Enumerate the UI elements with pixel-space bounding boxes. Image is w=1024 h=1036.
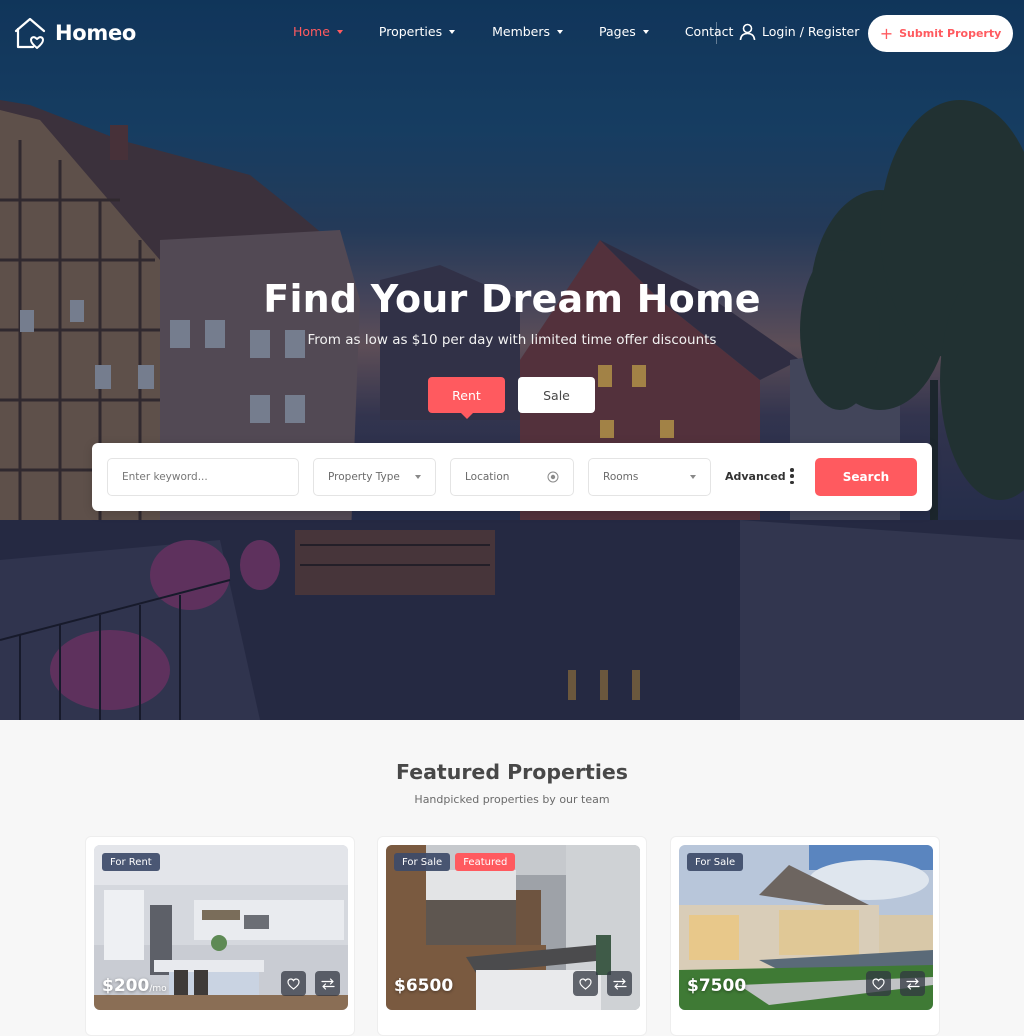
search-button[interactable]: Search: [815, 458, 917, 496]
property-search-bar: Enter keyword... Property Type Location …: [92, 443, 932, 511]
compare-button[interactable]: [900, 971, 925, 996]
tab-sale[interactable]: Sale: [518, 377, 595, 413]
listing-type-tabs: Rent Sale: [428, 377, 595, 419]
nav-item-label: Home: [293, 24, 330, 39]
property-card[interactable]: For Sale $7500: [670, 836, 940, 1036]
property-card[interactable]: For Sale Featured $6500: [377, 836, 647, 1036]
chevron-down-icon: [415, 475, 421, 479]
user-icon: [739, 23, 756, 40]
property-image[interactable]: For Sale Featured $6500: [386, 845, 640, 1010]
heart-icon: [287, 977, 300, 990]
brand-name: Homeo: [55, 21, 137, 45]
property-type-value: Property Type: [328, 471, 400, 483]
login-register-link[interactable]: Login / Register: [739, 23, 859, 40]
status-badge: For Sale: [394, 853, 451, 871]
property-image[interactable]: For Sale $7500: [679, 845, 933, 1010]
advanced-search-toggle[interactable]: Advanced: [725, 470, 786, 483]
nav-item-label: Members: [492, 24, 551, 39]
nav-item-label: Pages: [599, 24, 636, 39]
hero-title: Find Your Dream Home: [263, 277, 761, 321]
nav-item-label: Properties: [378, 24, 443, 39]
kebab-icon[interactable]: [789, 468, 795, 484]
hero-section: Homeo Home Properties Members Pages Cont…: [0, 0, 1024, 720]
property-price: $7500: [687, 976, 746, 996]
compare-button[interactable]: [315, 971, 340, 996]
keyword-input[interactable]: Enter keyword...: [107, 458, 299, 496]
price-value: $7500: [687, 976, 747, 996]
heart-icon: [579, 977, 592, 990]
house-heart-icon: [14, 17, 46, 49]
hero-subtitle: From as low as $10 per day with limited …: [307, 332, 717, 348]
submit-property-label: Submit Property: [899, 27, 1002, 40]
chevron-down-icon: [449, 29, 456, 34]
compare-arrows-icon: [320, 977, 335, 990]
price-suffix: /mo: [149, 984, 167, 994]
card-badges: For Sale: [687, 853, 744, 871]
compare-arrows-icon: [612, 977, 627, 990]
keyword-placeholder: Enter keyword...: [122, 471, 208, 483]
price-value: $6500: [394, 976, 454, 996]
card-badges: For Rent: [102, 853, 160, 871]
rooms-select[interactable]: Rooms: [588, 458, 711, 496]
property-price: $200/mo: [102, 976, 167, 996]
featured-section-subtitle: Handpicked properties by our team: [414, 793, 610, 806]
login-register-label: Login / Register: [762, 24, 860, 39]
nav-divider: [716, 22, 717, 44]
chevron-down-icon: [642, 29, 649, 34]
nav-item-home[interactable]: Home: [293, 24, 343, 39]
heart-icon: [872, 977, 885, 990]
nav-item-members[interactable]: Members: [492, 24, 564, 39]
compare-arrows-icon: [905, 977, 920, 990]
card-badges: For Sale Featured: [394, 853, 516, 871]
nav-item-pages[interactable]: Pages: [599, 24, 649, 39]
nav-item-contact[interactable]: Contact: [685, 24, 734, 39]
rooms-value: Rooms: [603, 471, 639, 483]
favorite-button[interactable]: [573, 971, 598, 996]
tab-rent[interactable]: Rent: [428, 377, 505, 419]
top-navbar: Homeo Home Properties Members Pages Cont…: [0, 0, 1024, 68]
chevron-down-icon: [690, 475, 696, 479]
target-icon[interactable]: [547, 471, 559, 483]
featured-badge: Featured: [455, 853, 516, 871]
property-type-select[interactable]: Property Type: [313, 458, 436, 496]
location-placeholder: Location: [465, 471, 510, 483]
property-price: $6500: [394, 976, 453, 996]
status-badge: For Rent: [102, 853, 160, 871]
chevron-down-icon: [557, 29, 564, 34]
submit-property-button[interactable]: + Submit Property: [868, 15, 1013, 52]
chevron-down-icon: [336, 29, 343, 34]
main-menu: Home Properties Members Pages Contact: [293, 24, 733, 39]
property-image[interactable]: For Rent $200/mo: [94, 845, 348, 1010]
compare-button[interactable]: [607, 971, 632, 996]
price-value: $200: [102, 976, 150, 996]
nav-item-properties[interactable]: Properties: [378, 24, 456, 39]
status-badge: For Sale: [687, 853, 744, 871]
location-input[interactable]: Location: [450, 458, 574, 496]
hero-overlay: [0, 0, 1024, 720]
property-card[interactable]: For Rent $200/mo: [85, 836, 355, 1036]
featured-section-title: Featured Properties: [396, 760, 628, 784]
brand-logo[interactable]: Homeo: [13, 16, 136, 50]
plus-icon: +: [879, 23, 894, 43]
favorite-button[interactable]: [866, 971, 891, 996]
favorite-button[interactable]: [281, 971, 306, 996]
nav-item-label: Contact: [684, 24, 734, 39]
